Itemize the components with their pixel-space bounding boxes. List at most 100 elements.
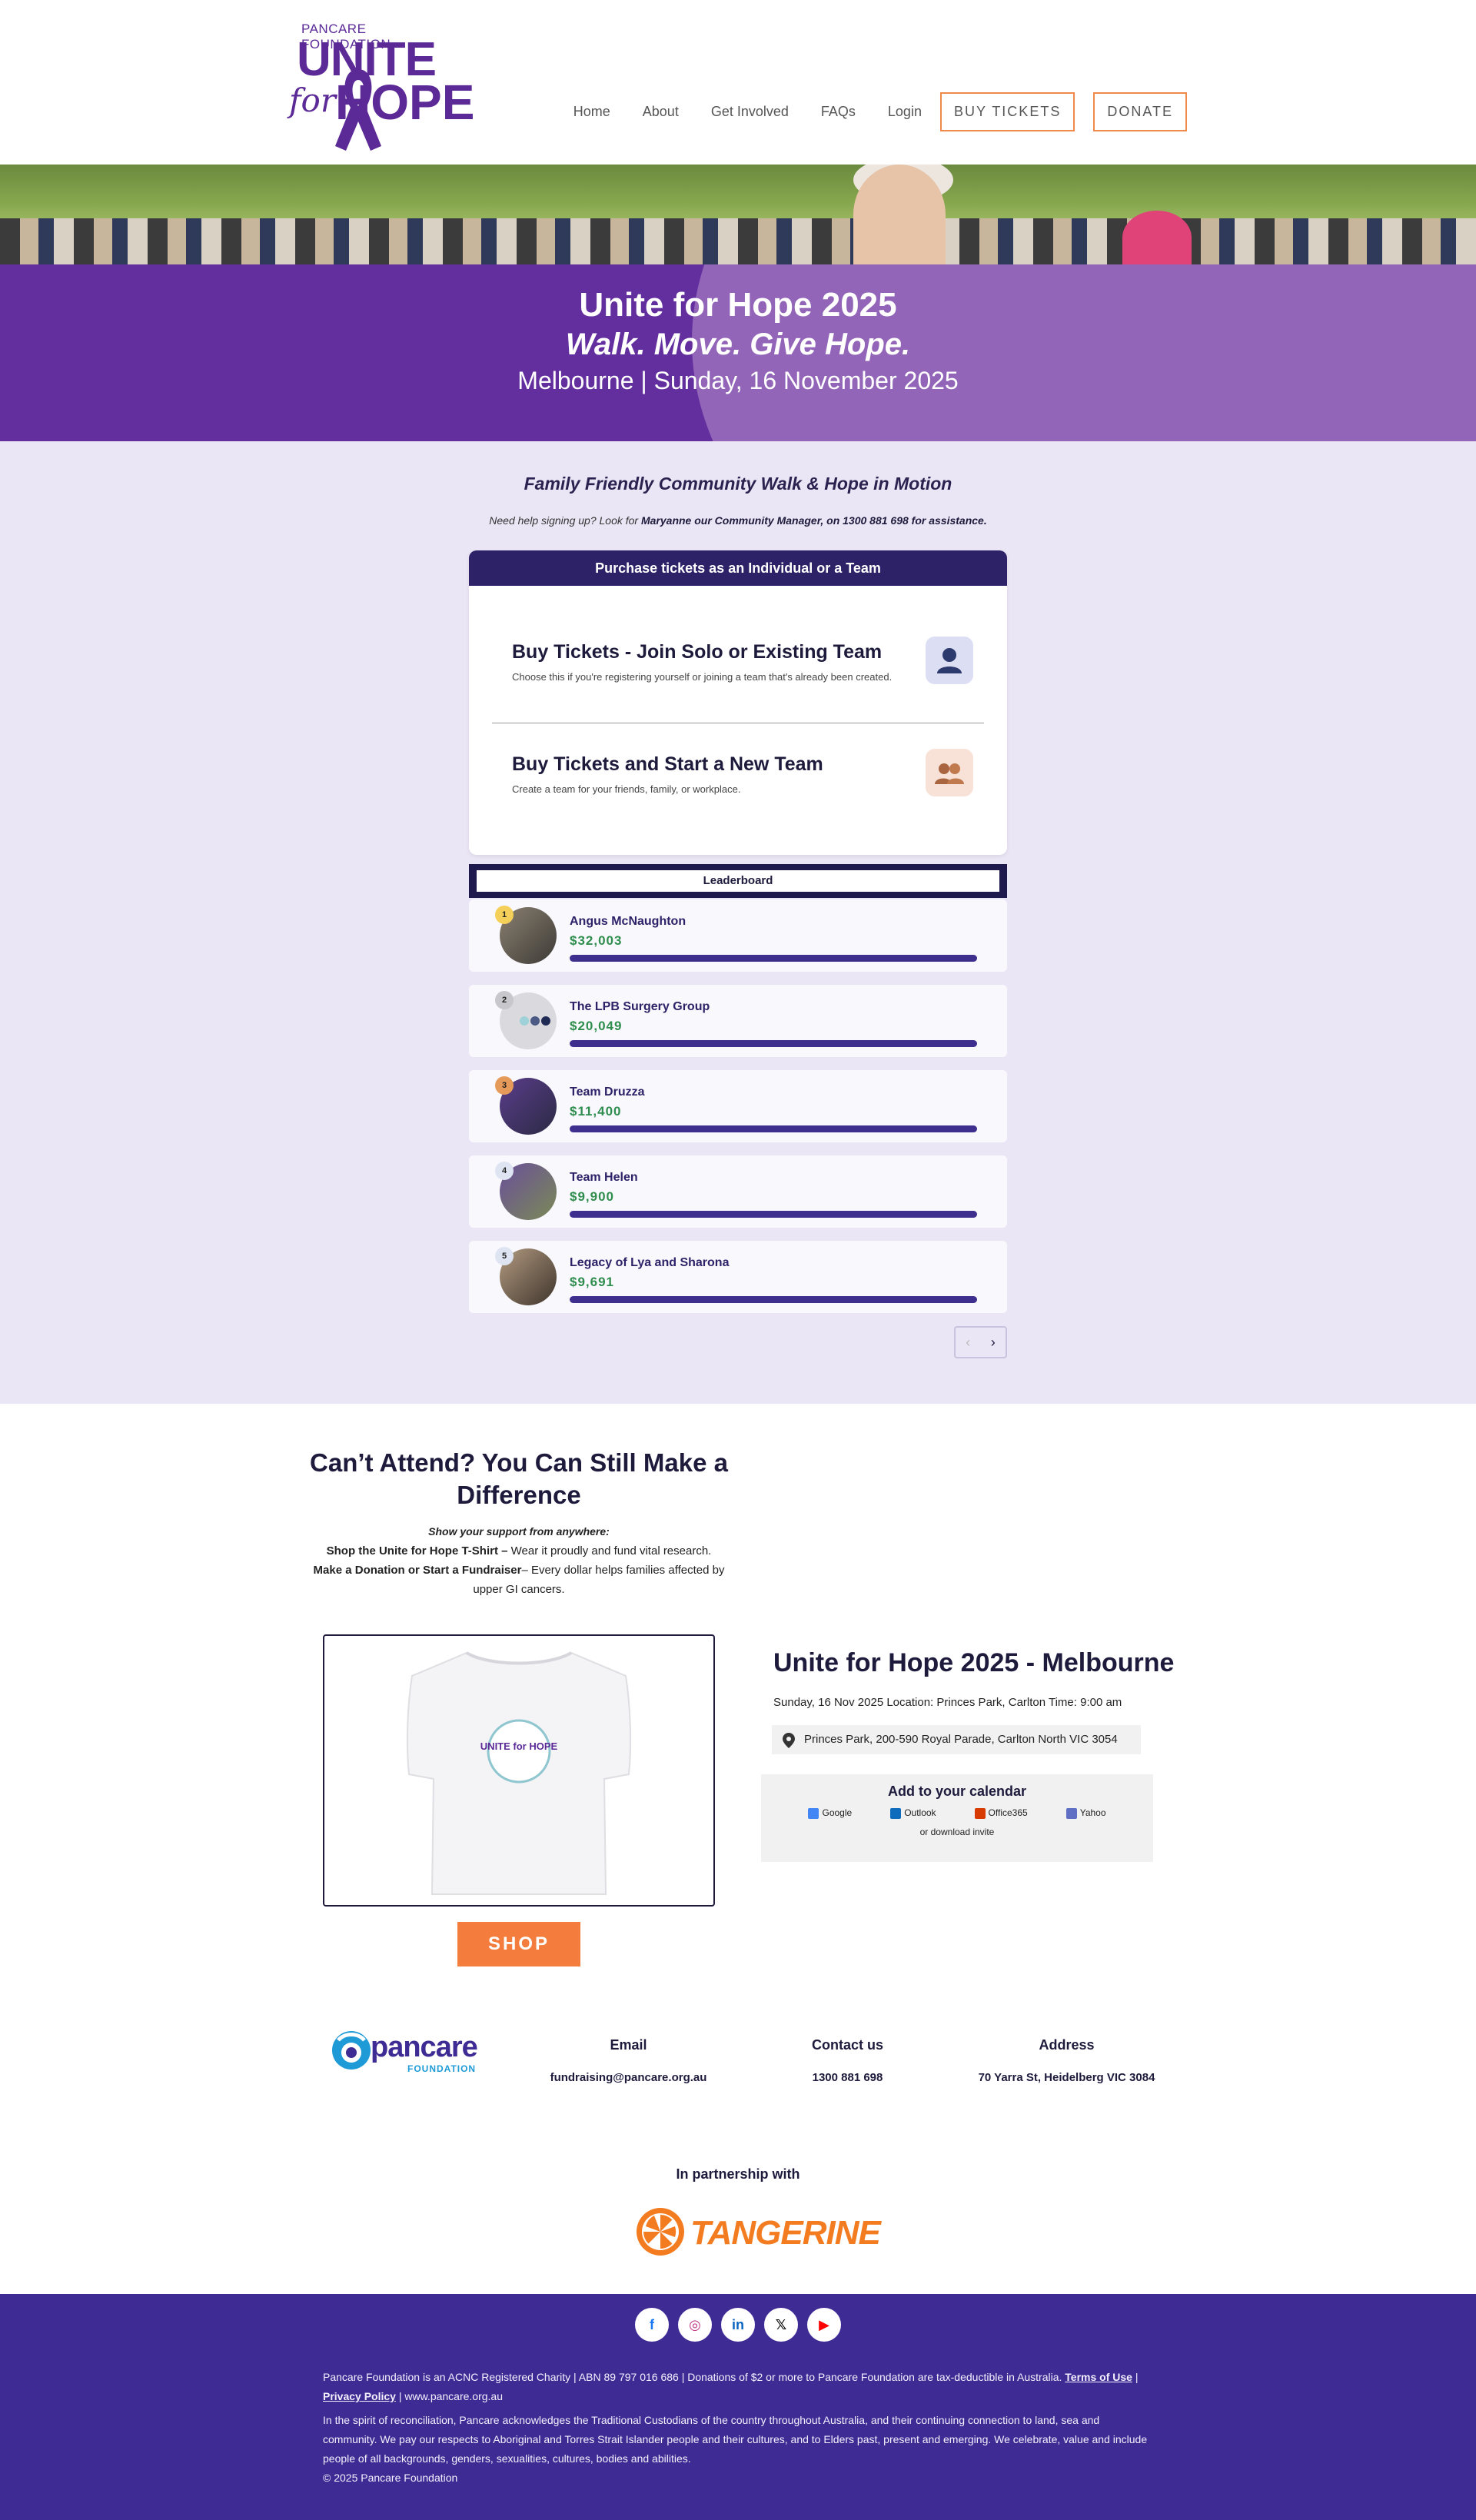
hero-title: Unite for Hope 2025 [579, 286, 897, 324]
ticket-option-solo[interactable]: Buy Tickets - Join Solo or Existing Team… [512, 637, 973, 684]
event-address[interactable]: Princes Park, 200-590 Royal Parade, Carl… [772, 1725, 1141, 1754]
donate-line-bold: Make a Donation or Start a Fundraiser [313, 1564, 522, 1577]
phone-link[interactable]: 1300 881 698 [769, 2069, 926, 2087]
privacy-link[interactable]: Privacy Policy [323, 2390, 396, 2402]
contact-label: Contact us [811, 2037, 883, 2053]
hero-slogan: Walk. Move. Give Hope. [565, 327, 911, 361]
nav-faqs[interactable]: FAQs [821, 104, 856, 120]
unite-for-hope-logo[interactable]: PANCARE FOUNDATION UNITE for HOPE [289, 18, 474, 157]
hero-photo [0, 165, 1476, 264]
fundraiser-amount: $9,900 [570, 1189, 614, 1204]
address-text: 70 Yarra St, Heidelberg VIC 3084 [978, 2071, 1155, 2084]
nav-login[interactable]: Login [888, 104, 922, 120]
ticket-card: Purchase tickets as an Individual or a T… [469, 550, 1007, 855]
x-twitter-icon[interactable]: 𝕏 [764, 2308, 798, 2342]
nav-about[interactable]: About [643, 104, 679, 120]
fundraiser-amount: $11,400 [570, 1104, 622, 1119]
leaderboard-row[interactable]: 1 Angus McNaughton $32,003 [469, 899, 1007, 972]
cant-attend-title: Can’t Attend? You Can Still Make a Diffe… [310, 1448, 728, 1509]
leaderboard-row[interactable]: 3 Team Druzza $11,400 [469, 1070, 1007, 1142]
tshirt-logo-text: UNITE for HOPE [480, 1740, 558, 1752]
calendar-office365[interactable]: Office365 [974, 1807, 1028, 1819]
youtube-icon[interactable]: ▶ [807, 2308, 841, 2342]
email-label: Email [610, 2037, 647, 2053]
fundraiser-name: Team Druzza [570, 1085, 645, 1099]
shirt-line-text: Wear it proudly and fund vital research. [507, 1544, 712, 1558]
facebook-icon[interactable]: f [635, 2308, 669, 2342]
tangerine-logo[interactable]: TANGERINE [635, 2205, 881, 2259]
tshirt-image: UNITE for HOPE [323, 1634, 715, 1907]
progress-bar [570, 955, 977, 962]
copyright-text: © 2025 Pancare Foundation [323, 2472, 458, 2484]
person-icon [926, 637, 973, 684]
progress-bar [570, 1040, 977, 1047]
instagram-icon[interactable]: ◎ [678, 2308, 712, 2342]
charity-line: Pancare Foundation is an ACNC Registered… [323, 2368, 1153, 2406]
help-contact: Maryanne our Community Manager, on 1300 … [640, 514, 987, 527]
outlook-icon [890, 1807, 902, 1819]
office365-icon [974, 1807, 986, 1819]
section-tagline: Family Friendly Community Walk & Hope in… [524, 474, 952, 494]
separator: | [1132, 2371, 1139, 2383]
fundraiser-name: Legacy of Lya and Sharona [570, 1256, 730, 1269]
acknowledgement-text: In the spirit of reconciliation, Pancare… [323, 2414, 1148, 2465]
group-icon [926, 749, 973, 796]
support-heading: Show your support from anywhere: [428, 1525, 610, 1538]
help-prefix: Need help signing up? Look for [489, 514, 641, 527]
help-text: Need help signing up? Look for Maryanne … [0, 514, 1476, 527]
cant-attend-text: Show your support from anywhere: Shop th… [308, 1522, 730, 1599]
calendar-office365-label: Office365 [988, 1807, 1028, 1818]
calendar-google[interactable]: Google [808, 1807, 852, 1819]
next-page-button[interactable]: › [991, 1335, 996, 1351]
pancare-logo-text: pancare [371, 2031, 478, 2063]
prev-page-button[interactable]: ‹ [966, 1335, 970, 1351]
hero-text: Unite for Hope 2025 Walk. Move. Give Hop… [0, 286, 1476, 395]
ticket-card-header: Purchase tickets as an Individual or a T… [469, 550, 1007, 586]
progress-bar [570, 1296, 977, 1303]
leaderboard-header: Leaderboard [469, 864, 1007, 898]
pancare-logo[interactable]: pancare FOUNDATION [331, 2030, 484, 2076]
site-header: PANCARE FOUNDATION UNITE for HOPE Home A… [0, 0, 1476, 165]
rank-badge: 5 [495, 1247, 514, 1265]
shirt-line: Shop the Unite for Hope T-Shirt – Wear i… [308, 1541, 730, 1561]
event-details: Sunday, 16 Nov 2025 Location: Princes Pa… [773, 1696, 1122, 1709]
nav-get-involved[interactable]: Get Involved [711, 104, 789, 120]
calendar-yahoo[interactable]: Yahoo [1065, 1807, 1106, 1819]
rank-badge: 3 [495, 1076, 514, 1095]
logo-for-text: for [289, 81, 336, 119]
rank-badge: 2 [495, 991, 514, 1009]
yahoo-icon [1065, 1807, 1077, 1819]
ticket-option-desc: Choose this if you're registering yourse… [512, 671, 893, 683]
email-link[interactable]: fundraising@pancare.org.au [538, 2069, 719, 2087]
ticket-option-desc: Create a team for your friends, family, … [512, 783, 741, 795]
ticket-option-title: Buy Tickets - Join Solo or Existing Team [512, 641, 883, 663]
tangerine-icon [637, 2208, 684, 2256]
event-address-text: Princes Park, 200-590 Royal Parade, Carl… [804, 1733, 1118, 1746]
leaderboard-row[interactable]: 4 Team Helen $9,900 [469, 1155, 1007, 1228]
pancare-logo-sub: FOUNDATION [407, 2063, 477, 2074]
fundraiser-amount: $20,049 [570, 1019, 623, 1033]
tangerine-logo-text: TANGERINE [690, 2214, 881, 2252]
calendar-links: Google Outlook Office365 Yahoo [761, 1807, 1153, 1819]
pancare-logo-icon [332, 2031, 371, 2070]
donate-button[interactable]: DONATE [1093, 92, 1187, 131]
leaderboard-row[interactable]: 2 The LPB Surgery Group $20,049 [469, 985, 1007, 1057]
leaderboard-title: Leaderboard [477, 870, 999, 892]
progress-bar [570, 1125, 977, 1132]
shop-button[interactable]: SHOP [457, 1922, 580, 1966]
terms-link[interactable]: Terms of Use [1065, 2371, 1132, 2383]
download-invite-link[interactable]: or download invite [761, 1827, 1153, 1837]
fundraiser-amount: $32,003 [570, 933, 623, 948]
buy-tickets-button[interactable]: BUY TICKETS [939, 92, 1075, 131]
partnership-label: In partnership with [676, 2166, 800, 2182]
add-to-calendar: Add to your calendar Google Outlook Offi… [761, 1774, 1153, 1862]
nav-home[interactable]: Home [573, 104, 610, 120]
social-links: f ◎ in 𝕏 ▶ [0, 2308, 1476, 2342]
event-title: Unite for Hope 2025 - Melbourne [773, 1648, 1175, 1677]
pink-cap-shape [1122, 211, 1192, 264]
calendar-outlook[interactable]: Outlook [890, 1807, 936, 1819]
linkedin-icon[interactable]: in [721, 2308, 755, 2342]
ticket-option-new-team[interactable]: Buy Tickets and Start a New Team Create … [512, 749, 973, 796]
donate-line: Make a Donation or Start a Fundraiser– E… [308, 1561, 730, 1599]
leaderboard-row[interactable]: 5 Legacy of Lya and Sharona $9,691 [469, 1241, 1007, 1313]
